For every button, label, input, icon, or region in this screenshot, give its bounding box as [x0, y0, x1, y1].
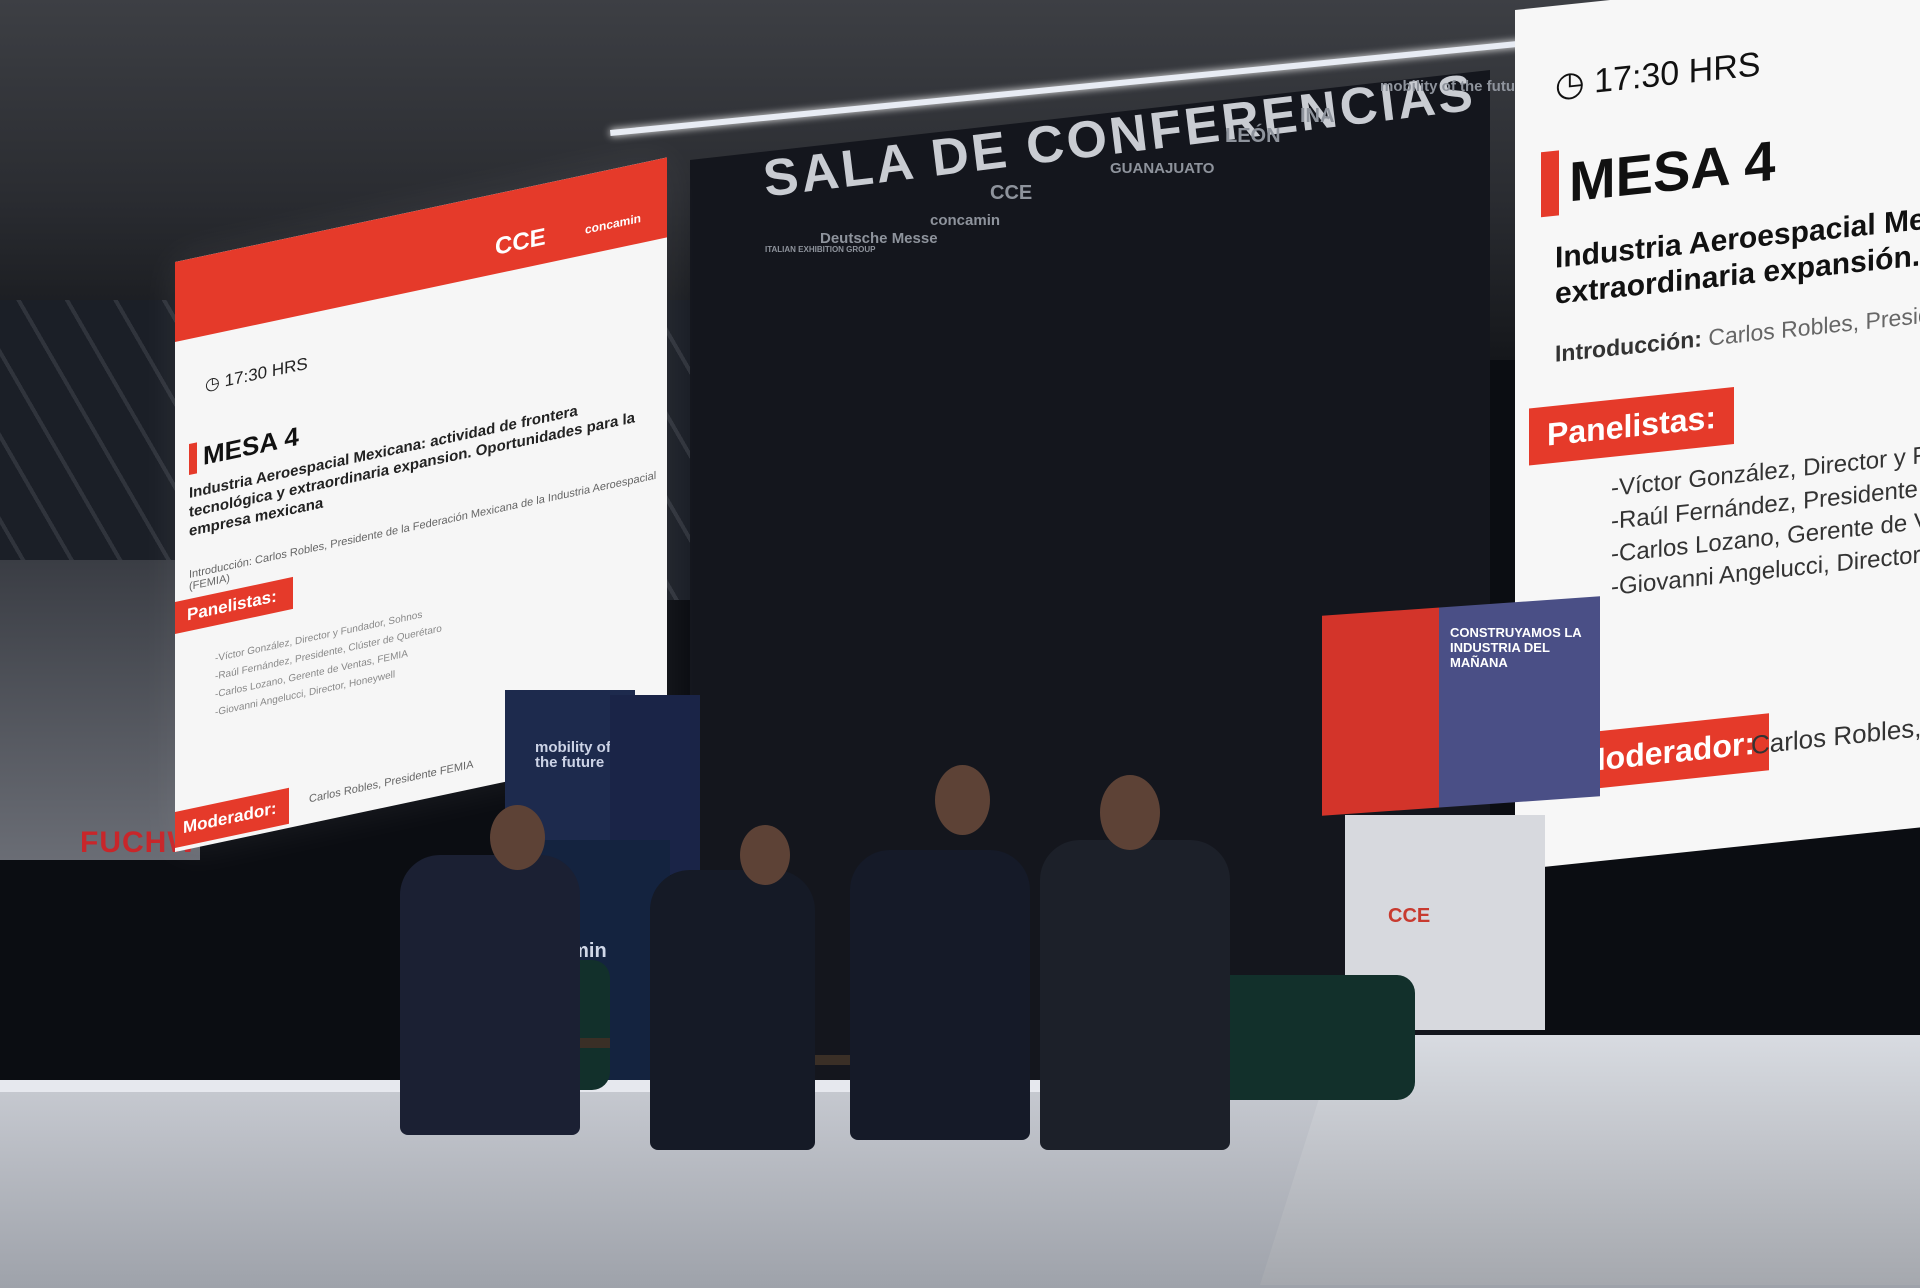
clock-icon: ◷	[205, 372, 220, 395]
exhibition-hall-background	[0, 560, 200, 860]
session-time: ◷ 17:30 HRS	[205, 353, 308, 395]
session-title: MESA 4	[1541, 127, 1776, 218]
sponsor-logo: LEÓN	[1225, 125, 1281, 147]
session-intro: Introducción: Carlos Robles, President	[1555, 297, 1920, 367]
sponsor-logo: concamin	[930, 212, 1001, 229]
person-head	[490, 805, 545, 870]
armchair	[1200, 975, 1415, 1100]
person-head	[740, 825, 790, 885]
sponsor-logo: CCE	[990, 182, 1033, 204]
panelist-person	[650, 870, 815, 1150]
moderator-badge: Moderador:	[175, 787, 289, 849]
panelist-person	[850, 850, 1030, 1140]
panelists-badge: Panelistas:	[1529, 386, 1734, 466]
concamin-logo: concamin	[585, 210, 642, 237]
session-topic: Industria Aeroespacial Mexicana: activid…	[189, 402, 635, 541]
sponsor-logo: ITALIAN EXHIBITION GROUP	[765, 245, 876, 254]
panelist-person	[1040, 840, 1230, 1150]
panelist-person	[400, 855, 580, 1135]
sponsor-logo: mobility of the future	[1380, 78, 1530, 95]
clock-icon: ◷	[1555, 63, 1585, 105]
person-head	[1100, 775, 1160, 850]
cce-logo: CCE	[1388, 905, 1431, 927]
cube-headline: CONSTRUYAMOS LA INDUSTRIA DEL MAÑANA	[1450, 625, 1582, 670]
person-head	[935, 765, 990, 835]
sponsor-logo: GUANAJUATO	[1110, 160, 1215, 177]
moderator-name: Carlos Robles, Presidente FEMIA	[309, 758, 474, 806]
session-time: ◷ 17:30 HRS	[1555, 45, 1761, 105]
cce-logo: CCE	[495, 223, 546, 261]
moderator-name: Carlos Robles, P	[1751, 710, 1920, 761]
sponsor-logo: INA	[1300, 105, 1335, 127]
